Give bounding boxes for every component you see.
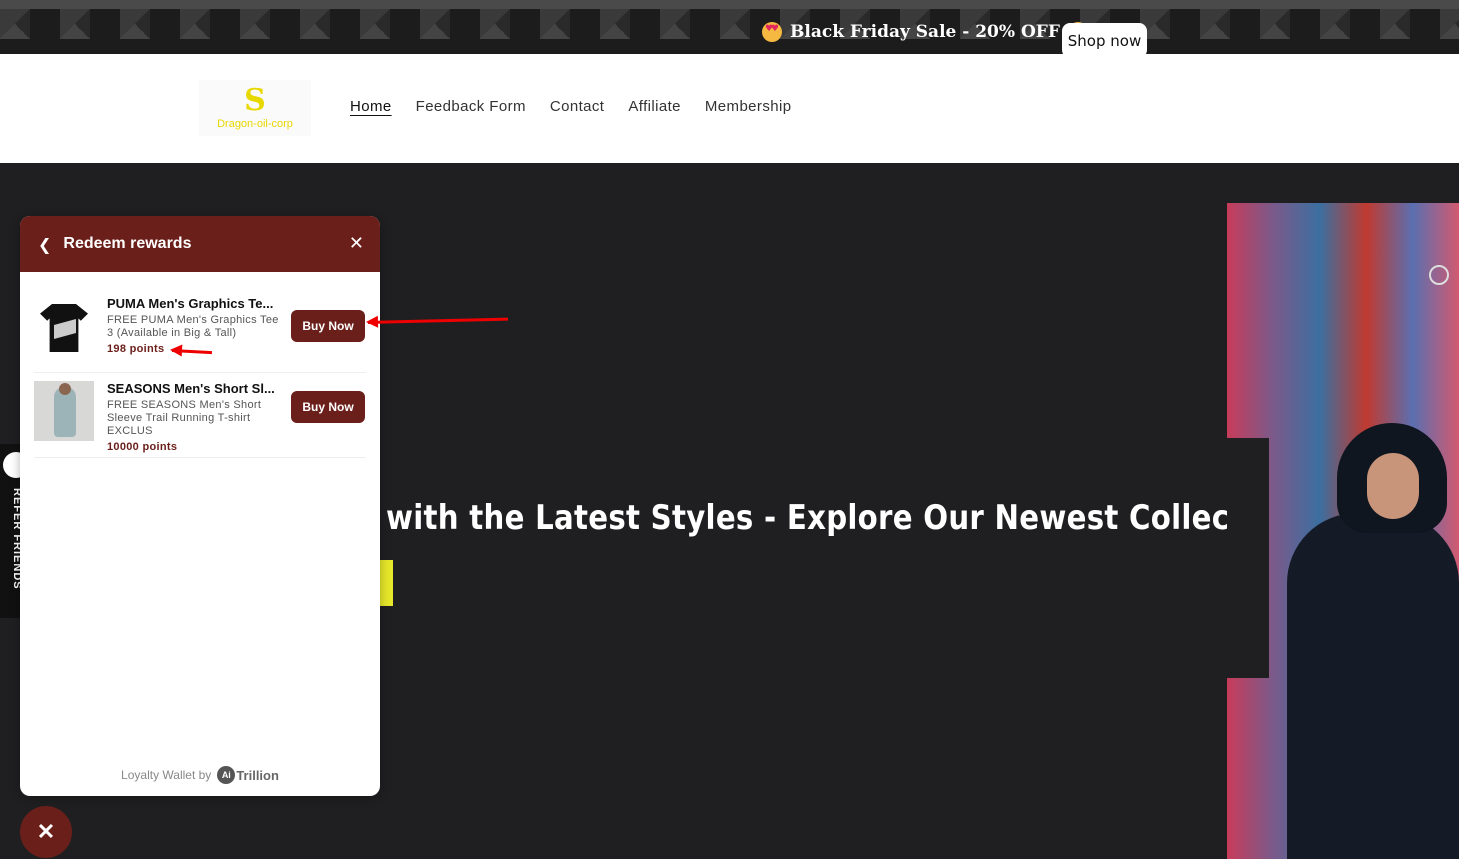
footer-text: Loyalty Wallet by [121, 768, 212, 782]
figure-body [1287, 513, 1459, 859]
reward-name: PUMA Men's Graphics Te... [107, 296, 274, 311]
browser-top-edge [0, 0, 1459, 9]
logo-text: Dragon-oil-corp [217, 118, 293, 130]
announcement-text-wrap: Black Friday Sale - 20% OFF [754, 19, 1096, 45]
reward-info: SEASONS Men's Short Sl... FREE SEASONS M… [107, 381, 283, 453]
shop-now-button[interactable]: Shop now [1062, 23, 1147, 54]
figure-face [1367, 453, 1419, 519]
announcement-bar: Black Friday Sale - 20% OFF Shop now [0, 9, 1459, 54]
site-header: S Dragon-oil-corp Home Feedback Form Con… [0, 54, 1459, 163]
panel-header: ❮ Redeem rewards ✕ [20, 216, 380, 272]
nav-affiliate[interactable]: Affiliate [628, 98, 681, 115]
main-nav: Home Feedback Form Contact Affiliate Mem… [350, 98, 815, 115]
hero-image-ring [1429, 265, 1449, 285]
trillion-logo-icon: Ai [217, 766, 236, 784]
reward-description: FREE SEASONS Men's Short Sleeve Trail Ru… [107, 399, 262, 437]
nav-membership[interactable]: Membership [705, 98, 792, 115]
rewards-panel: ❮ Redeem rewards ✕ PUMA Men's Graphics T… [20, 216, 380, 796]
logo-mark: S [244, 83, 266, 118]
reward-info: PUMA Men's Graphics Te... FREE PUMA Men'… [107, 296, 283, 355]
refer-friends-tab[interactable]: REFER FRIENDS [0, 444, 29, 618]
panel-footer: Loyalty Wallet by Ai Trillion [20, 766, 380, 784]
heart-eyes-emoji-icon [762, 22, 782, 42]
logo[interactable]: S Dragon-oil-corp [199, 80, 311, 136]
reward-name: SEASONS Men's Short Sl... [107, 381, 275, 396]
back-icon[interactable]: ❮ [38, 235, 51, 254]
nav-feedback-form[interactable]: Feedback Form [416, 98, 526, 115]
announcement-text: Black Friday Sale - 20% OFF [790, 22, 1060, 42]
reward-thumbnail [34, 381, 94, 441]
reward-item: SEASONS Men's Short Sl... FREE SEASONS M… [34, 373, 366, 458]
reward-description: FREE PUMA Men's Graphics Tee 3 (Availabl… [107, 314, 279, 339]
close-icon[interactable]: ✕ [349, 233, 364, 254]
close-launcher-button[interactable]: ✕ [20, 806, 72, 858]
reward-item: PUMA Men's Graphics Te... FREE PUMA Men'… [34, 288, 366, 373]
nav-home[interactable]: Home [350, 98, 392, 115]
close-icon: ✕ [36, 819, 56, 844]
hero-title: with the Latest Styles - Explore Our New… [386, 498, 1309, 538]
reward-points: 10000 points [107, 441, 178, 453]
runner-head [59, 383, 71, 395]
buy-now-button[interactable]: Buy Now [291, 391, 365, 423]
nav-contact[interactable]: Contact [550, 98, 605, 115]
buy-now-button[interactable]: Buy Now [291, 310, 365, 342]
reward-thumbnail [34, 296, 94, 356]
hero-cta-button[interactable] [380, 560, 393, 606]
footer-brand: Trillion [236, 767, 279, 783]
panel-title: Redeem rewards [63, 235, 192, 252]
hero-image-gap [1227, 438, 1269, 678]
hero-image [1227, 203, 1459, 859]
